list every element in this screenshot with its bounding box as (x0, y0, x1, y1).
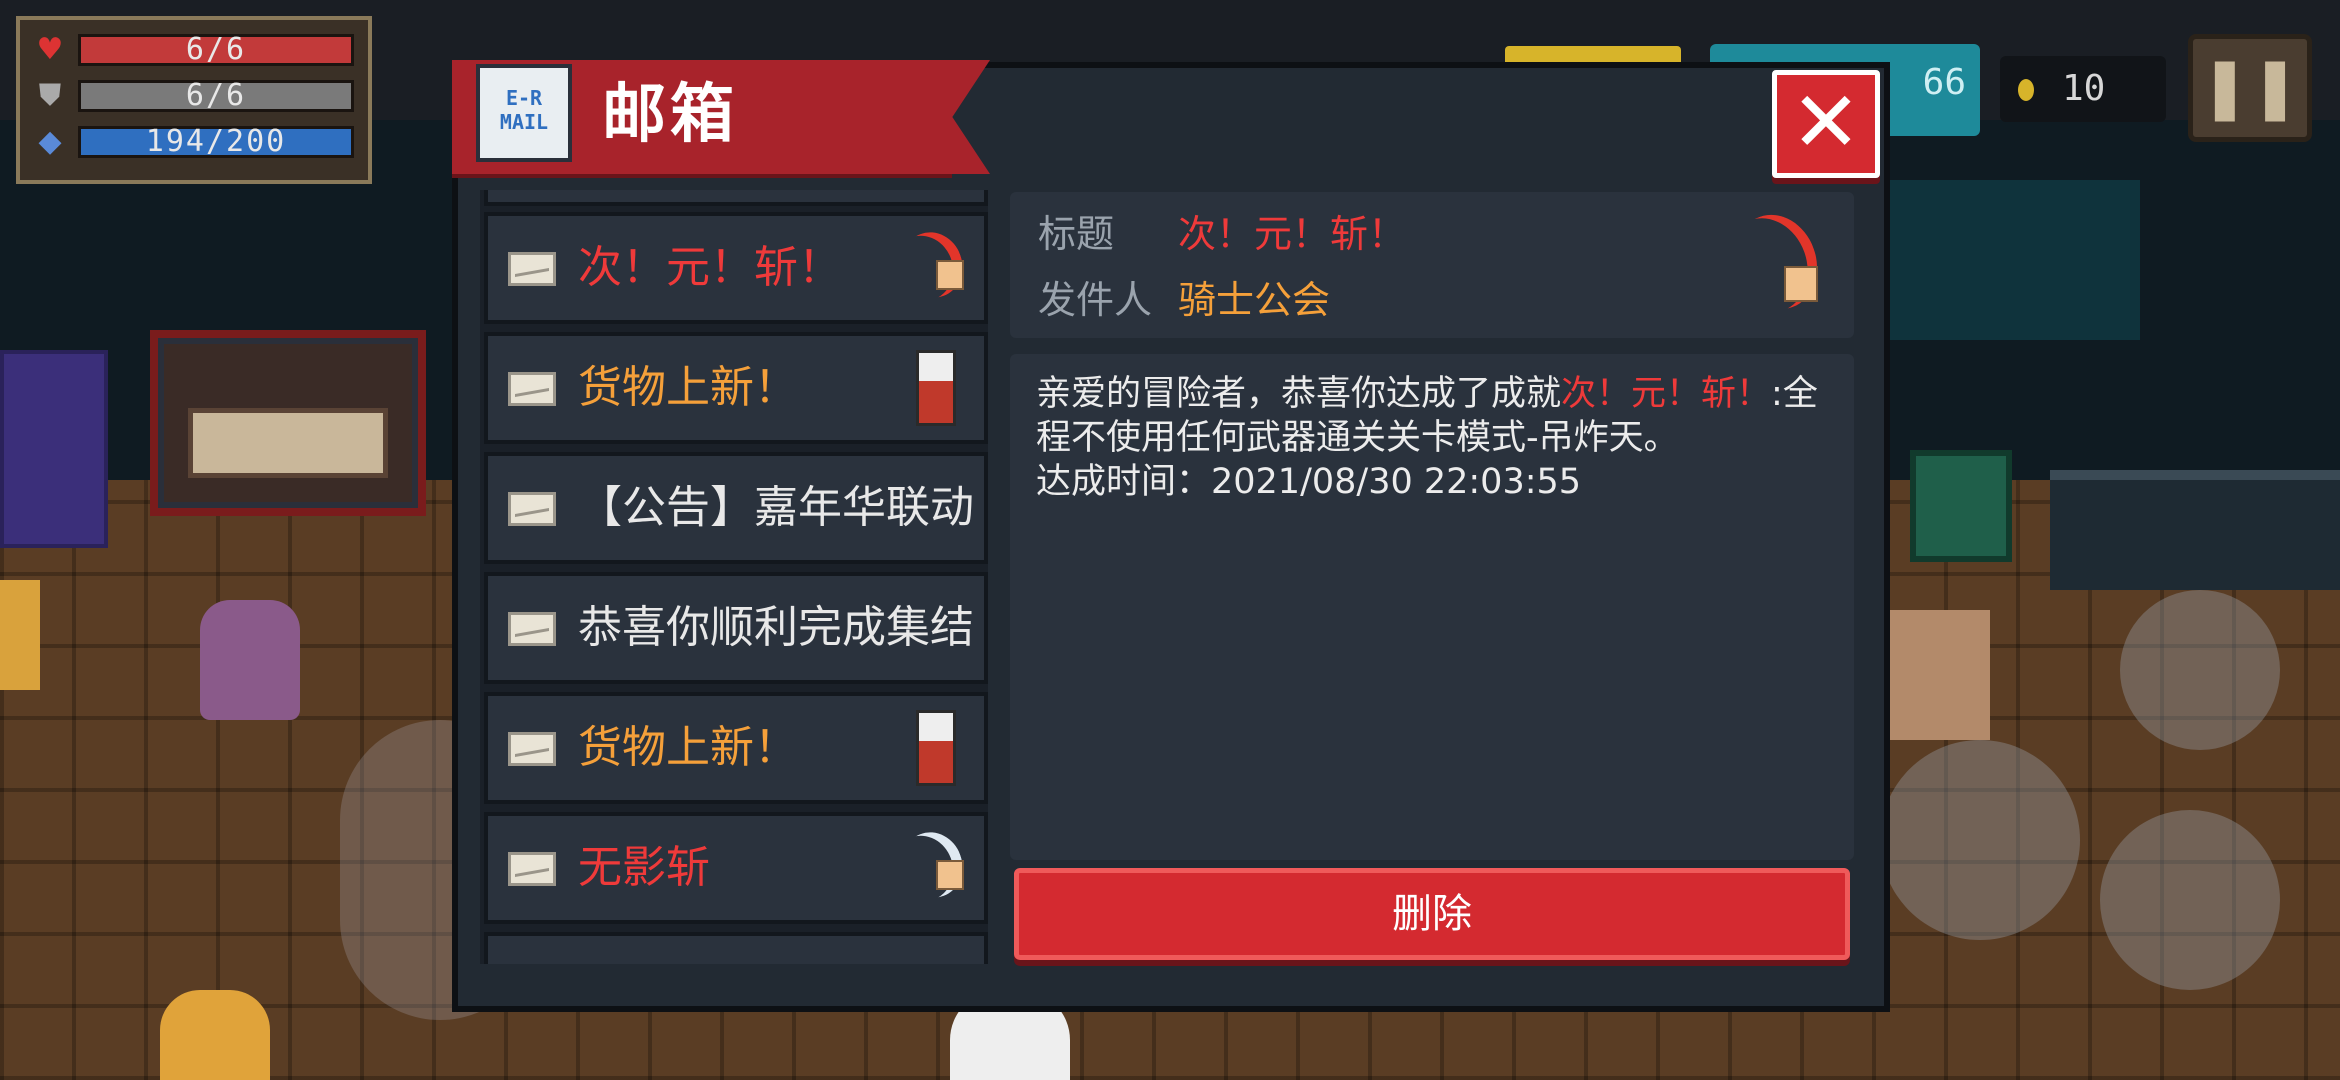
teal-light (1880, 180, 2140, 340)
mail-list-item[interactable] (484, 932, 988, 964)
body-text-prefix: 亲爱的冒险者，恭喜你达成了成就 (1036, 374, 1562, 414)
red-crescent-icon (1722, 203, 1830, 321)
coin-icon (2018, 79, 2034, 101)
armor-value: 6/6 (78, 80, 354, 112)
mail-list-item[interactable]: 【公告】嘉年华联动 (484, 452, 988, 564)
mail-list-item[interactable]: 恭喜你顺利完成集结 (484, 572, 988, 684)
mail-item-title: 【公告】嘉年华联动 (578, 482, 974, 533)
npc-character (200, 600, 300, 720)
pause-button[interactable]: ❚❚ (2188, 34, 2312, 142)
coin-counter: 10 (2000, 56, 2166, 122)
safe-box (1910, 450, 2012, 562)
mail-list-item[interactable]: 货物上新！ (484, 332, 988, 444)
delete-button[interactable]: 删除 (1014, 868, 1850, 960)
mail-list-item[interactable]: 次！元！斩！ (484, 212, 988, 324)
hp-row: ♥ 6/6 (32, 30, 362, 70)
hand-icon (936, 260, 964, 290)
mail-list-item[interactable] (484, 190, 988, 206)
envelope-icon (508, 612, 556, 646)
achievement-time: 达成时间：2021/08/30 22:03:55 (1036, 462, 1582, 502)
mailbox-title: 邮箱 (602, 78, 738, 152)
title-label: 标题 (1038, 212, 1115, 256)
mail-envelope-icon: E-R MAIL (476, 64, 572, 162)
mail-list[interactable]: 次！元！斩！ 货物上新！ 【公告】嘉年华联动 恭喜你顺利完成集结 货物上新！ 无… (480, 190, 988, 964)
sender-label: 发件人 (1038, 278, 1153, 322)
close-button[interactable]: ✕ (1772, 70, 1880, 178)
hp-value: 6/6 (78, 34, 354, 66)
armor-row: ⛊ 6/6 (32, 76, 362, 116)
energy-value: 194/200 (78, 126, 354, 158)
npc-character (0, 580, 40, 690)
merchant-icon (916, 710, 956, 786)
energy-row: ◆ 194/200 (32, 122, 362, 162)
envelope-icon (508, 492, 556, 526)
shop-sign (188, 408, 388, 478)
envelope-icon (508, 372, 556, 406)
energy-gem-icon: ◆ (38, 124, 62, 159)
attack-button[interactable] (1880, 740, 2080, 940)
swap-weapon-button[interactable] (2120, 590, 2280, 750)
npc-character (1890, 610, 1990, 740)
heart-icon: ♥ (36, 32, 64, 67)
coin-value: 10 (2062, 68, 2106, 109)
envelope-icon (508, 852, 556, 886)
npc-character (160, 990, 270, 1080)
title-value: 次！元！斩！ (1178, 212, 1407, 256)
envelope-icon (508, 252, 556, 286)
hand-icon (936, 860, 964, 890)
mail-detail-header: 标题 次！元！斩！ 发件人 骑士公会 (1010, 192, 1854, 338)
mail-list-item[interactable]: 无影斩 (484, 812, 988, 924)
player-stats-panel: ♥ 6/6 ⛊ 6/6 ◆ 194/200 (16, 16, 372, 184)
merchant-icon (916, 350, 956, 426)
shield-icon: ⛊ (38, 78, 62, 113)
mail-list-item[interactable]: 货物上新！ (484, 692, 988, 804)
skill-button[interactable] (2100, 810, 2280, 990)
mail-item-title: 恭喜你顺利完成集结 (578, 602, 974, 653)
mail-detail-body: 亲爱的冒险者，恭喜你达成了成就次！元！斩！:全程不使用任何武器通关关卡模式-吊炸… (1010, 354, 1854, 860)
sender-value: 骑士公会 (1178, 278, 1331, 322)
achievement-name: 次！元！斩！ (1561, 374, 1772, 414)
shop-stall (150, 330, 426, 516)
envelope-icon (508, 732, 556, 766)
mail-body-text: 亲爱的冒险者，恭喜你达成了成就次！元！斩！:全程不使用任何武器通关关卡模式-吊炸… (1036, 372, 1826, 504)
counter (2050, 470, 2340, 590)
vending-machine (0, 350, 108, 548)
hand-icon (1784, 266, 1818, 302)
